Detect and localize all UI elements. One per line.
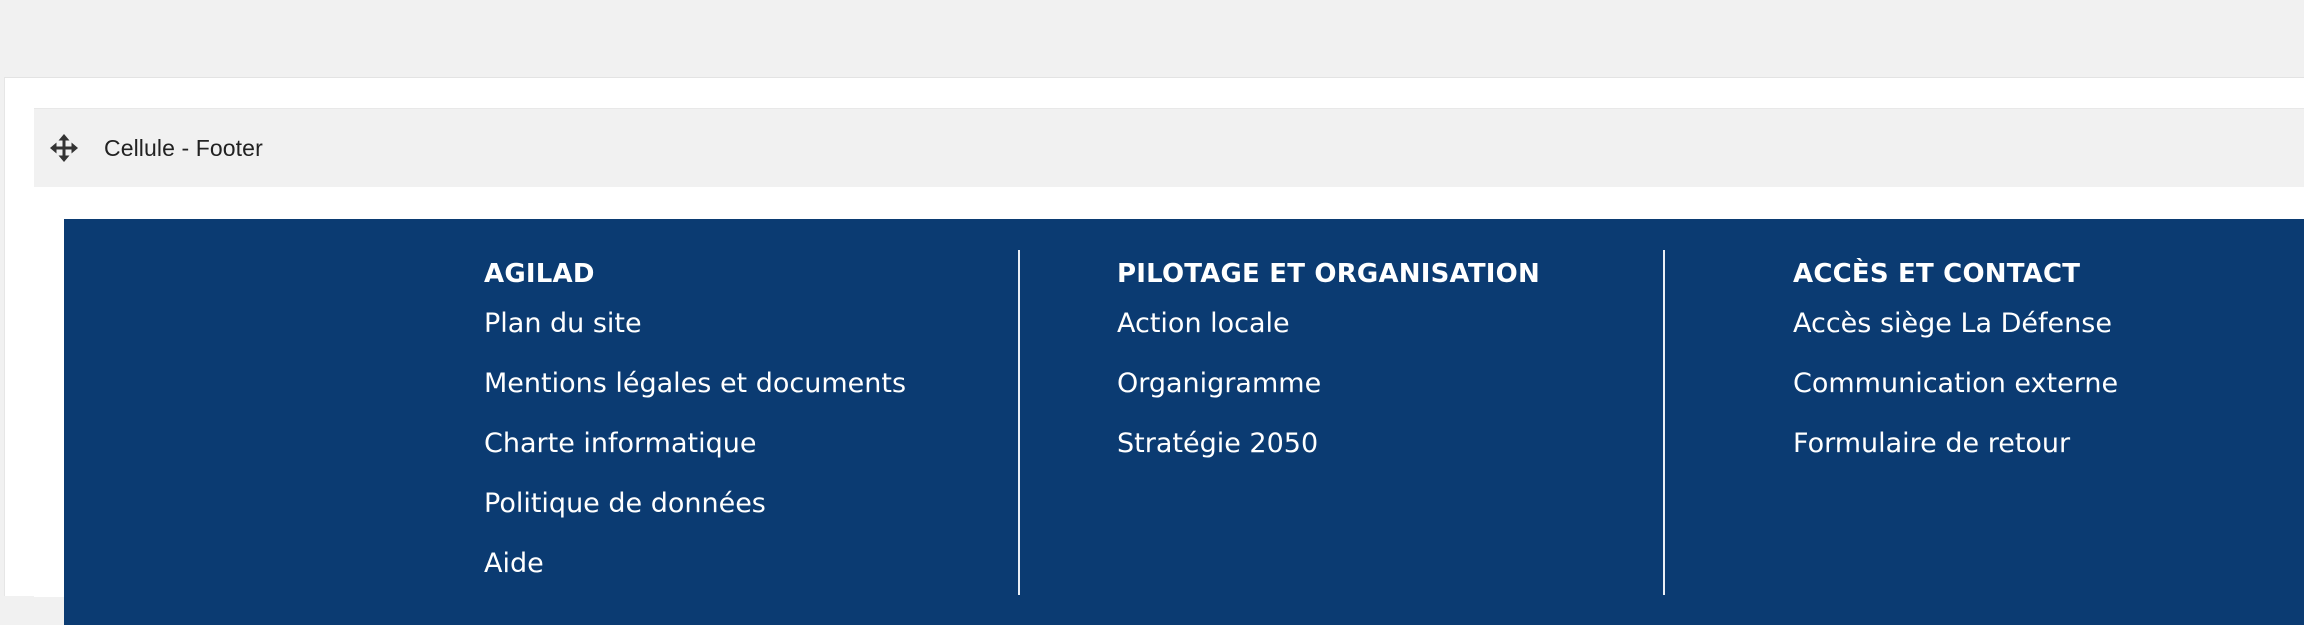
list-item: Aide: [484, 547, 906, 607]
footer-link-organigramme[interactable]: Organigramme: [1117, 367, 1321, 401]
column-divider: [1663, 250, 1665, 595]
footer-link-acces-siege[interactable]: Accès siège La Défense: [1793, 307, 2112, 341]
footer-link-list: Plan du site Mentions légales et documen…: [484, 307, 906, 607]
footer-link-mentions-legales[interactable]: Mentions légales et documents: [484, 367, 906, 401]
list-item: Plan du site: [484, 307, 906, 367]
list-item: Stratégie 2050: [1117, 427, 1321, 487]
footer-column-heading: AGILAD: [484, 259, 595, 289]
list-item: Charte informatique: [484, 427, 906, 487]
column-divider: [1018, 250, 1020, 595]
cell-title: Cellule - Footer: [104, 135, 263, 161]
list-item: Mentions légales et documents: [484, 367, 906, 427]
footer-column-heading: ACCÈS ET CONTACT: [1793, 259, 2081, 289]
cell-header: Cellule - Footer: [34, 108, 2304, 187]
footer-link-action-locale[interactable]: Action locale: [1117, 307, 1290, 341]
footer-link-aide[interactable]: Aide: [484, 547, 544, 581]
list-item: Politique de données: [484, 487, 906, 547]
footer-link-plan-du-site[interactable]: Plan du site: [484, 307, 642, 341]
top-toolbar-area: [0, 0, 2304, 77]
footer-cell: Cellule - Footer AGILAD Plan du site Men…: [34, 108, 2304, 625]
footer-link-charte-informatique[interactable]: Charte informatique: [484, 427, 756, 461]
footer-column-heading: PILOTAGE ET ORGANISATION: [1117, 259, 1540, 289]
footer-link-strategie-2050[interactable]: Stratégie 2050: [1117, 427, 1318, 461]
footer-link-formulaire-retour[interactable]: Formulaire de retour: [1793, 427, 2070, 461]
footer-link-politique-donnees[interactable]: Politique de données: [484, 487, 766, 521]
footer-link-list: Accès siège La Défense Communication ext…: [1793, 307, 2118, 487]
list-item: Accès siège La Défense: [1793, 307, 2118, 367]
editor-canvas: Cellule - Footer AGILAD Plan du site Men…: [4, 77, 2304, 625]
site-footer: AGILAD Plan du site Mentions légales et …: [64, 219, 2304, 625]
list-item: Organigramme: [1117, 367, 1321, 427]
footer-link-list: Action locale Organigramme Stratégie 205…: [1117, 307, 1321, 487]
list-item: Formulaire de retour: [1793, 427, 2118, 487]
move-arrows-icon[interactable]: [49, 133, 79, 163]
footer-link-communication-externe[interactable]: Communication externe: [1793, 367, 2118, 401]
list-item: Communication externe: [1793, 367, 2118, 427]
list-item: Action locale: [1117, 307, 1321, 367]
